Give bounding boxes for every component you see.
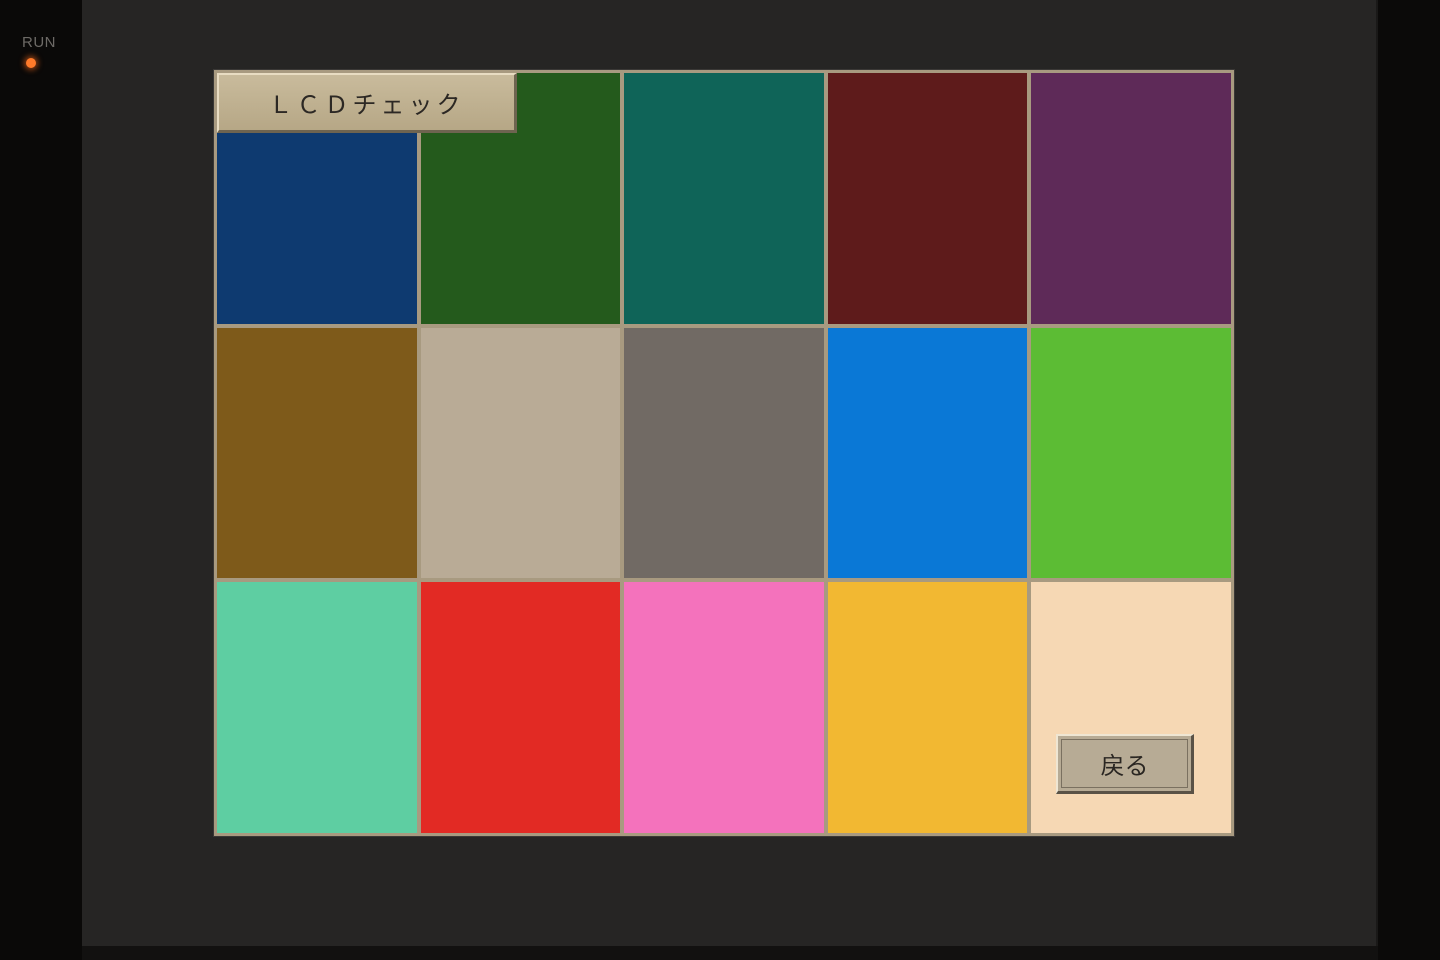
swatch-5 bbox=[1031, 73, 1231, 324]
swatch-6 bbox=[217, 327, 417, 579]
hmi-device: RUN ＬＣＤチェック 戻る bbox=[0, 0, 1440, 960]
swatch-7 bbox=[420, 327, 621, 579]
back-button[interactable]: 戻る bbox=[1056, 734, 1194, 794]
swatch-15 bbox=[1031, 582, 1231, 833]
swatch-3 bbox=[624, 73, 824, 324]
back-button-label: 戻る bbox=[1061, 739, 1188, 788]
swatch-4 bbox=[827, 73, 1028, 324]
page-title: ＬＣＤチェック bbox=[217, 73, 517, 133]
swatch-10 bbox=[1031, 327, 1231, 579]
swatch-9 bbox=[827, 327, 1028, 579]
status-strip: RUN bbox=[0, 0, 82, 960]
color-swatch-grid bbox=[217, 73, 1231, 833]
right-frame bbox=[1378, 0, 1440, 960]
swatch-13 bbox=[624, 582, 824, 833]
run-label: RUN bbox=[22, 34, 56, 51]
run-led-icon bbox=[26, 58, 36, 68]
swatch-11 bbox=[217, 582, 417, 833]
bottom-frame bbox=[82, 946, 1378, 960]
swatch-12 bbox=[420, 582, 621, 833]
swatch-8 bbox=[624, 327, 824, 579]
swatch-14 bbox=[827, 582, 1028, 833]
lcd-screen: ＬＣＤチェック 戻る bbox=[214, 70, 1234, 836]
